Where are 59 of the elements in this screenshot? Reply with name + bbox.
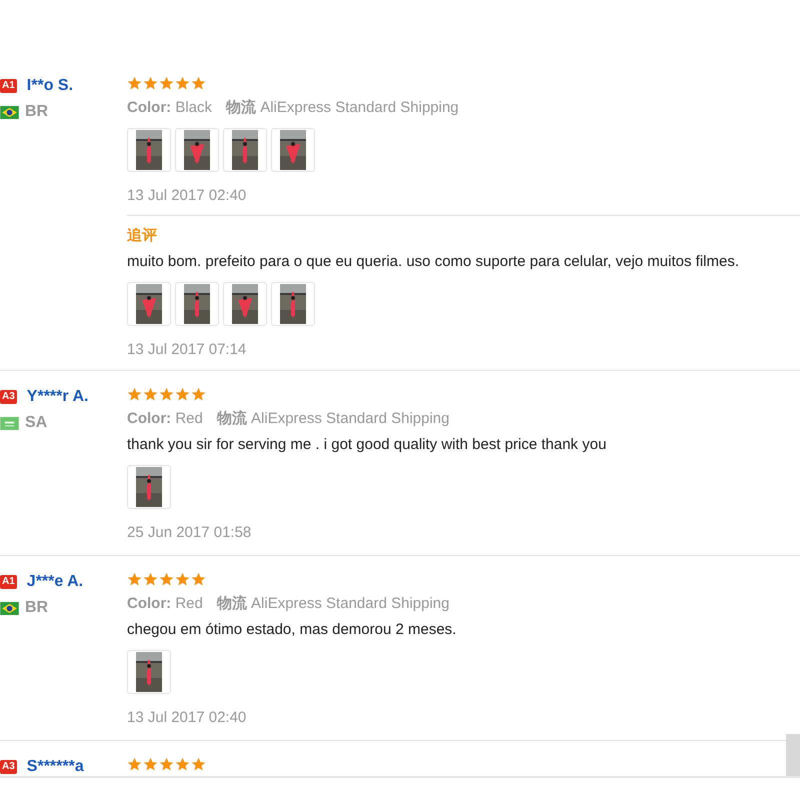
shipping-method: 物流 AliExpress Standard Shipping — [226, 98, 459, 118]
photo-thumbnail[interactable] — [127, 282, 171, 326]
star-icon — [191, 76, 206, 91]
country-code: BR — [25, 599, 48, 617]
star-icon — [175, 757, 190, 772]
photo-thumbnail[interactable] — [223, 128, 267, 172]
reviewer-name[interactable]: J***e A. — [26, 573, 84, 591]
level-badge: A1 — [0, 79, 17, 93]
country-code: SA — [25, 414, 48, 432]
star-icon — [159, 387, 174, 402]
review-date: 13 Jul 2017 02:40 — [127, 708, 248, 728]
photo-thumbnail[interactable] — [175, 128, 219, 172]
star-icon — [127, 387, 142, 402]
photo-thumbnail[interactable] — [175, 282, 219, 326]
star-icon — [175, 387, 190, 402]
photo-thumbnail[interactable] — [271, 282, 315, 326]
star-icon — [175, 76, 190, 91]
review-date: 25 Jun 2017 01:58 — [127, 523, 252, 543]
level-badge: A3 — [0, 760, 17, 774]
scrollbar[interactable] — [786, 734, 800, 776]
star-icon — [191, 572, 206, 587]
review-date: 13 Jul 2017 02:40 — [127, 186, 248, 206]
reviewer-name[interactable]: Y****r A. — [26, 388, 88, 406]
shipping-method: 物流 AliExpress Standard Shipping — [216, 594, 450, 614]
star-icon — [143, 757, 158, 772]
review-text: thank you sir for serving me . i got good quality with best price thank you — [127, 435, 608, 455]
star-icon — [127, 572, 142, 587]
level-badge: A1 — [0, 575, 17, 589]
star-icon — [159, 572, 174, 587]
color-option: Color: Red — [127, 594, 203, 614]
country-code: BR — [25, 103, 48, 121]
photo-thumbnail[interactable] — [127, 465, 171, 509]
reviewer-name[interactable]: S******a — [26, 758, 84, 776]
star-icon — [159, 76, 174, 91]
photo-thumbnail[interactable] — [127, 650, 171, 694]
followup-title: 追评 — [127, 226, 158, 246]
shipping-method: 物流 AliExpress Standard Shipping — [216, 409, 450, 429]
star-icon — [127, 757, 142, 772]
star-icon — [191, 387, 206, 402]
star-icon — [127, 76, 142, 91]
star-icon — [143, 572, 158, 587]
photo-thumbnail[interactable] — [127, 128, 171, 172]
reviewer-name[interactable]: I**o S. — [26, 77, 74, 95]
review-text: muito bom. prefeito para o que eu queria. uso como suporte para celular, vejo muitos filmes. — [127, 252, 740, 272]
review-text: chegou em ótimo estado, mas demorou 2 meses. — [127, 620, 458, 640]
review-date: 13 Jul 2017 07:14 — [127, 340, 248, 360]
flag-icon — [0, 602, 19, 614]
star-icon — [159, 757, 174, 772]
color-option: Color: Black — [127, 98, 212, 118]
star-icon — [143, 387, 158, 402]
color-option: Color: Red — [127, 409, 203, 429]
flag-icon — [0, 106, 19, 118]
level-badge: A3 — [0, 390, 17, 404]
star-icon — [191, 757, 206, 772]
star-icon — [175, 572, 190, 587]
photo-thumbnail[interactable] — [271, 128, 315, 172]
star-icon — [143, 76, 158, 91]
photo-thumbnail[interactable] — [223, 282, 267, 326]
flag-icon — [0, 416, 19, 430]
